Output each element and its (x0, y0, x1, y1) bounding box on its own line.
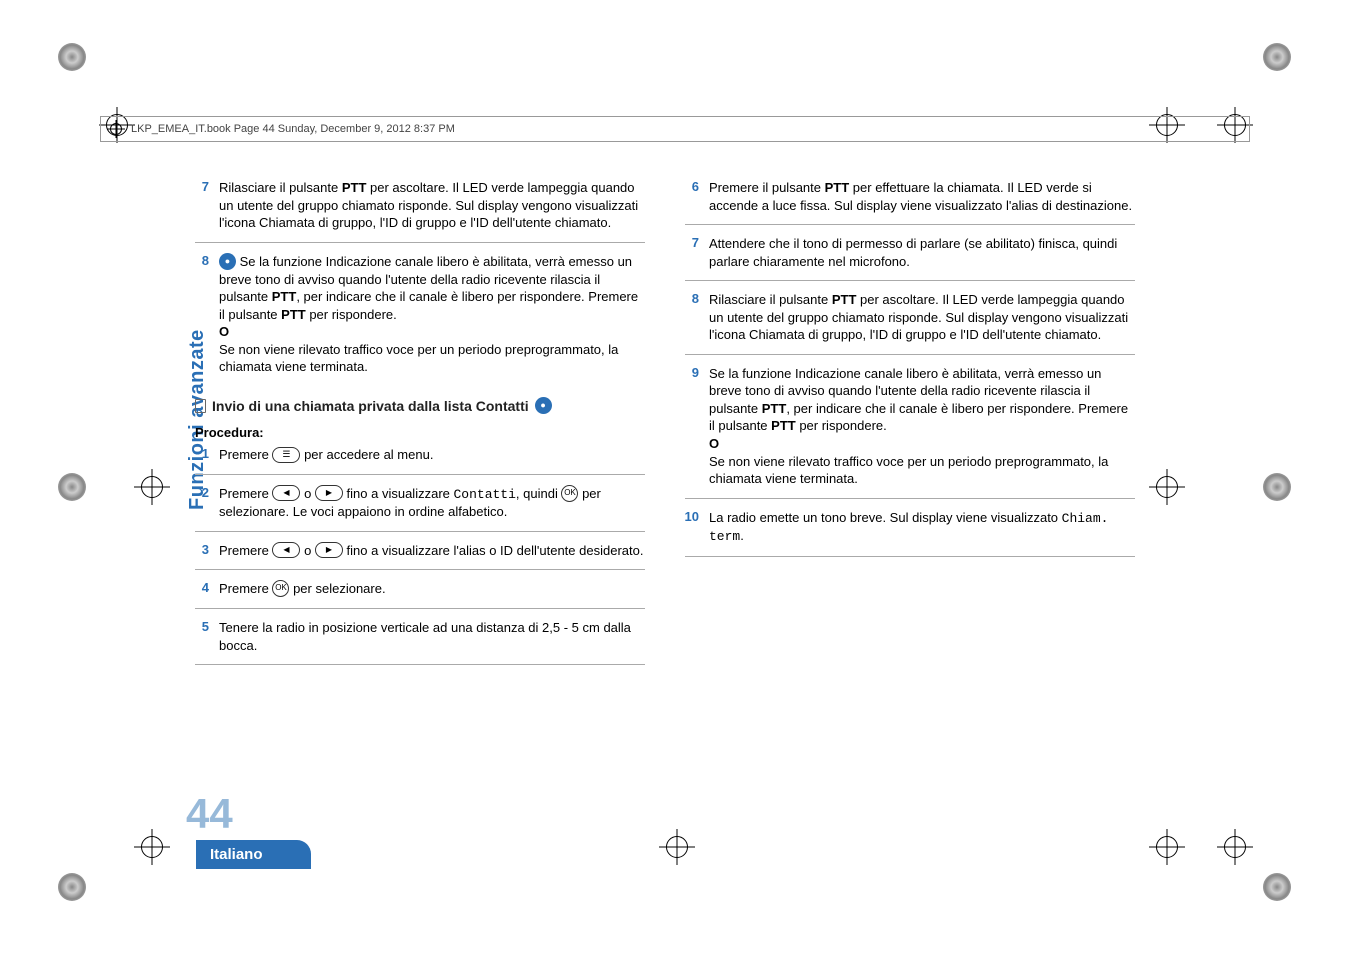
page-header-metadata: LKP_EMEA_IT.book Page 44 Sunday, Decembe… (100, 116, 1250, 142)
nav-left-icon (272, 542, 300, 558)
divider (685, 498, 1135, 499)
step-6-right: 6 Premere il pulsante PTT per effettuare… (685, 175, 1135, 222)
step-number: 3 (195, 542, 209, 560)
divider (195, 474, 645, 475)
step-3: 3 Premere o fino a visualizzare l'alias … (195, 538, 645, 568)
step-7-right: 7 Attendere che il tono di permesso di p… (685, 231, 1135, 278)
step-1: 1 Premere ☰ per accedere al menu. (195, 442, 645, 472)
step-number: 2 (195, 485, 209, 521)
divider (195, 242, 645, 243)
divider (195, 531, 645, 532)
info-icon: ● (535, 397, 552, 414)
print-registration-mark (55, 870, 89, 904)
page-number: 44 (186, 790, 233, 838)
divider (195, 569, 645, 570)
print-crosshair-icon (660, 830, 694, 864)
print-registration-mark (55, 470, 89, 504)
page-content: 7 Rilasciare il pulsante PTT per ascolta… (195, 175, 1135, 755)
step-8-right: 8 Rilasciare il pulsante PTT per ascolta… (685, 287, 1135, 352)
step-number: 5 (195, 619, 209, 654)
ok-button-icon: OK (561, 485, 578, 502)
step-4: 4 Premere OK per selezionare. (195, 576, 645, 606)
step-9-right: 9 Se la funzione Indicazione canale libe… (685, 361, 1135, 496)
print-crosshair-icon (1150, 830, 1184, 864)
step-number: 9 (685, 365, 699, 488)
procedure-label: Procedura: (195, 425, 645, 440)
step-number: 10 (679, 509, 699, 546)
step-5: 5 Tenere la radio in posizione verticale… (195, 615, 645, 662)
header-text: LKP_EMEA_IT.book Page 44 Sunday, Decembe… (131, 123, 455, 135)
step-8-left: 8 ● Se la funzione Indicazione canale li… (195, 249, 645, 384)
ok-button-icon: OK (272, 580, 289, 597)
right-column: 6 Premere il pulsante PTT per effettuare… (685, 175, 1135, 755)
step-number: 7 (195, 179, 209, 232)
step-number: 4 (195, 580, 209, 598)
print-registration-mark (1260, 40, 1294, 74)
divider (685, 354, 1135, 355)
divider (195, 608, 645, 609)
print-registration-mark (1260, 470, 1294, 504)
step-number: 8 (685, 291, 699, 344)
menu-button-icon: ☰ (272, 447, 300, 463)
info-icon: ● (219, 253, 236, 270)
print-crosshair-icon (1150, 470, 1184, 504)
print-registration-mark (1260, 870, 1294, 904)
nav-right-icon (315, 485, 343, 501)
print-crosshair-icon (1218, 830, 1252, 864)
step-2: 2 Premere o fino a visualizzare Contatti… (195, 481, 645, 529)
document-icon (195, 399, 206, 413)
step-number: 8 (195, 253, 209, 376)
print-crosshair-icon (135, 470, 169, 504)
language-tab: Italiano (196, 840, 311, 869)
step-number: 6 (685, 179, 699, 214)
nav-right-icon (315, 542, 343, 558)
print-crosshair-icon (135, 830, 169, 864)
step-number: 7 (685, 235, 699, 270)
left-column: 7 Rilasciare il pulsante PTT per ascolta… (195, 175, 645, 755)
step-10-right: 10 La radio emette un tono breve. Sul di… (685, 505, 1135, 554)
divider (195, 664, 645, 665)
section-heading: Invio di una chiamata privata dalla list… (195, 398, 645, 415)
divider (685, 224, 1135, 225)
step-7-left: 7 Rilasciare il pulsante PTT per ascolta… (195, 175, 645, 240)
step-number: 1 (195, 446, 209, 464)
print-registration-mark (55, 40, 89, 74)
nav-left-icon (272, 485, 300, 501)
divider (685, 556, 1135, 557)
divider (685, 280, 1135, 281)
